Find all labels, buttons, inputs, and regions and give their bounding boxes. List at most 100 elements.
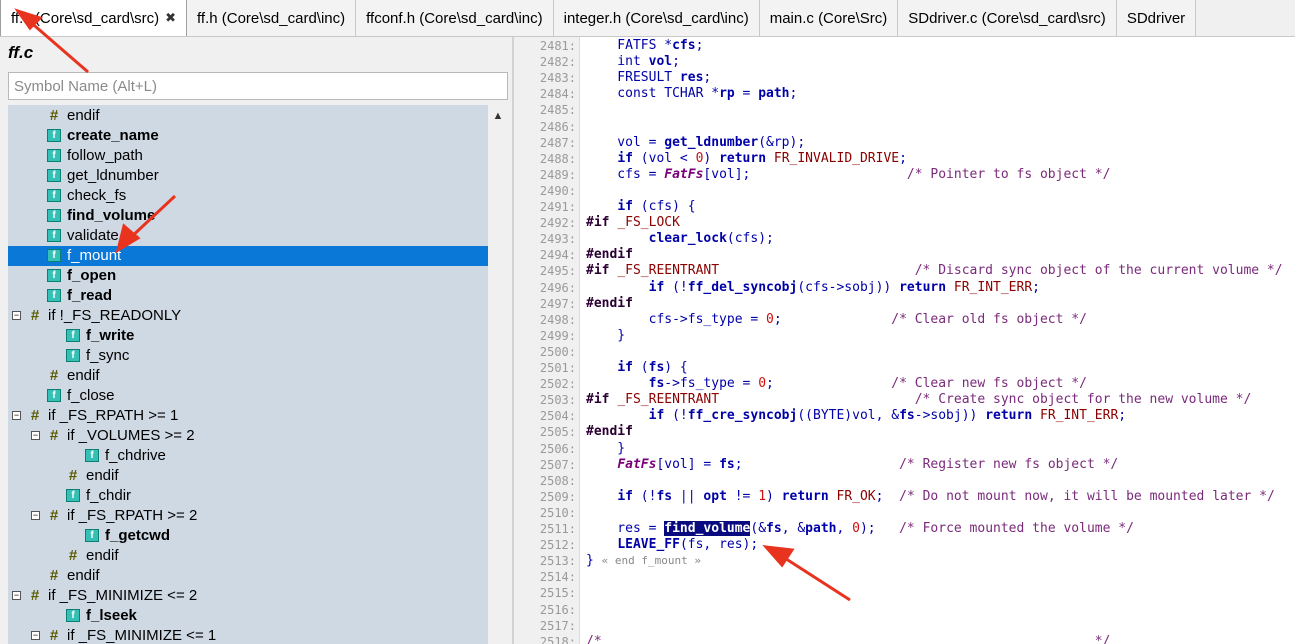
line-number: 2489: — [539, 167, 576, 182]
hash-icon: # — [30, 307, 40, 324]
symbol-label: f_open — [67, 267, 117, 284]
code-text: int vol; — [586, 54, 680, 70]
collapse-icon[interactable]: − — [12, 591, 21, 600]
function-icon: f — [47, 269, 61, 282]
symbol-label: if !_FS_READONLY — [48, 307, 182, 324]
code-text: vol = get_ldnumber(&rp); — [586, 134, 806, 150]
symbol-tree-item[interactable]: f f_read — [8, 286, 488, 306]
symbol-tree-item[interactable]: f f_chdir — [8, 486, 488, 506]
symbol-label: endif — [67, 367, 100, 384]
editor-tab[interactable]: integer.h (Core\sd_card\inc) — [553, 0, 760, 36]
line-number: 2486: — [539, 119, 576, 134]
hash-icon: # — [68, 467, 78, 484]
line-number: 2482: — [539, 55, 576, 70]
code-text: } — [586, 440, 626, 456]
symbol-tree-item[interactable]: − # if !_FS_READONLY — [8, 306, 488, 326]
function-icon: f — [47, 189, 61, 202]
symbol-label: if _FS_MINIMIZE <= 2 — [48, 587, 198, 604]
symbol-tree-item[interactable]: # endif — [8, 106, 488, 126]
close-tab-icon[interactable]: ✖ — [165, 10, 176, 26]
symbol-tree-item[interactable]: f f_close — [8, 386, 488, 406]
symbol-tree-item[interactable]: f create_name — [8, 126, 488, 146]
symbol-label: f_chdir — [86, 487, 132, 504]
symbol-tree-item[interactable]: # endif — [8, 546, 488, 566]
symbol-tree-item[interactable]: # endif — [8, 566, 488, 586]
symbol-label: f_close — [67, 387, 115, 404]
function-icon: f — [66, 489, 80, 502]
symbol-tree-item[interactable]: # endif — [8, 466, 488, 486]
editor-tab[interactable]: main.c (Core\Src) — [759, 0, 899, 36]
symbol-label: f_mount — [67, 247, 122, 264]
editor-tab[interactable]: ff.h (Core\sd_card\inc) — [187, 0, 357, 36]
symbol-search-input[interactable] — [8, 72, 508, 100]
code-text: clear_lock(cfs); — [648, 231, 774, 247]
editor-tab[interactable]: SDdriver.c (Core\sd_card\src) — [898, 0, 1117, 36]
editor-tab[interactable]: ffconf.h (Core\sd_card\inc) — [356, 0, 554, 36]
code-text: LEAVE_FF(fs, res); — [617, 537, 759, 553]
symbol-tree-item[interactable]: # endif — [8, 366, 488, 386]
hash-icon: # — [68, 547, 78, 564]
code-editor[interactable]: 2481: FATFS *cfs; 2482: int vol; 2483: FRE… — [514, 37, 1295, 644]
symbol-tree-item[interactable]: f f_mount — [8, 246, 488, 266]
scroll-up-icon[interactable]: ▲ — [490, 107, 506, 125]
line-number: 2496: — [539, 280, 576, 295]
symbol-tree-item[interactable]: − # if _FS_RPATH >= 2 — [8, 506, 488, 526]
collapse-icon[interactable]: − — [31, 631, 40, 640]
symbol-tree-item[interactable]: − # if _VOLUMES >= 2 — [8, 426, 488, 446]
symbol-label: f_sync — [86, 347, 130, 364]
editor-tab[interactable]: ff.c (Core\sd_card\src) ✖ — [0, 0, 188, 36]
line-number: 2500: — [539, 344, 576, 359]
code-text: } — [586, 327, 626, 343]
collapse-icon[interactable]: − — [12, 311, 21, 320]
collapse-icon[interactable]: − — [31, 511, 40, 520]
symbol-label: if _FS_RPATH >= 2 — [67, 507, 198, 524]
symbol-tree-item[interactable]: f check_fs — [8, 186, 488, 206]
symbol-label: check_fs — [67, 187, 127, 204]
symbol-tree-item[interactable]: f find_volume — [8, 206, 488, 226]
collapse-icon[interactable]: − — [12, 411, 21, 420]
line-number: 2497: — [539, 296, 576, 311]
hash-icon: # — [49, 567, 59, 584]
line-number: 2501: — [539, 361, 576, 375]
line-number: 2481: — [539, 39, 576, 53]
code-text: } « end f_mount » — [586, 553, 701, 569]
code-text: cfs->fs_type = 0; /* Clear old fs object… — [586, 311, 1087, 327]
symbol-tree-item[interactable]: − # if _FS_RPATH >= 1 — [8, 406, 488, 426]
line-number: 2508: — [539, 473, 576, 488]
symbol-tree-item[interactable]: f follow_path — [8, 146, 488, 166]
symbol-tree-item[interactable]: f get_ldnumber — [8, 166, 488, 186]
collapse-icon[interactable]: − — [31, 431, 40, 440]
symbol-label: if _VOLUMES >= 2 — [67, 427, 195, 444]
symbol-label: find_volume — [67, 207, 156, 224]
code-text: if (fs) { — [617, 360, 688, 375]
code-text: if (!fs || opt != 1) return FR_OK; /* Do… — [617, 488, 1275, 504]
symbol-tree-item[interactable]: f f_lseek — [8, 606, 488, 626]
line-number: 2492: — [539, 216, 576, 231]
code-text: if (!ff_cre_syncobj((BYTE)vol, &fs->sobj… — [648, 408, 1127, 424]
symbol-tree-item[interactable]: f f_sync — [8, 346, 488, 366]
symbol-tree-item[interactable]: f f_open — [8, 266, 488, 286]
hash-icon: # — [49, 507, 59, 524]
symbol-label: f_lseek — [86, 607, 137, 624]
symbol-tree[interactable]: # endif f create_name f follow_path f get_ldnum… — [8, 105, 488, 644]
line-number: 2503: — [539, 393, 576, 408]
line-number: 2484: — [539, 87, 576, 102]
symbol-tree-item[interactable]: f validate — [8, 226, 488, 246]
symbol-tree-item[interactable]: f f_chdrive — [8, 446, 488, 466]
line-number: 2483: — [539, 71, 576, 86]
hash-icon: # — [30, 407, 40, 424]
symbol-tree-item[interactable]: f f_write — [8, 326, 488, 346]
function-icon: f — [47, 129, 61, 142]
symbol-tree-item[interactable]: f f_getcwd — [8, 526, 488, 546]
line-number: 2495: — [539, 264, 576, 279]
editor-tab[interactable]: SDdriver — [1116, 0, 1197, 36]
line-number: 2507: — [539, 457, 576, 472]
symbol-tree-item[interactable]: − # if _FS_MINIMIZE <= 2 — [8, 586, 488, 606]
symbol-label: f_getcwd — [105, 527, 171, 544]
line-number: 2518: — [539, 634, 576, 644]
symbol-tree-item[interactable]: − # if _FS_MINIMIZE <= 1 — [8, 626, 488, 644]
function-icon: f — [47, 229, 61, 242]
line-number: 2490: — [539, 183, 576, 198]
symbol-label: endif — [67, 567, 100, 584]
code-text: const TCHAR *rp = path; — [586, 86, 798, 102]
